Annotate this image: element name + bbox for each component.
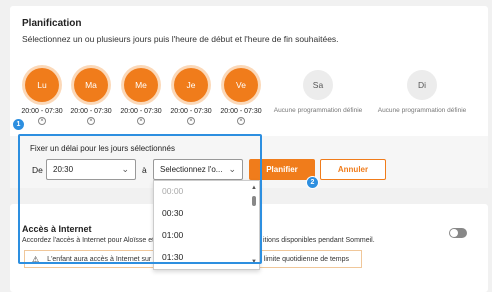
day-friday[interactable]: Ve 20:00 - 07:30 × bbox=[211, 68, 271, 125]
day-time: Aucune programmation définie bbox=[273, 107, 363, 114]
remove-icon[interactable]: × bbox=[137, 117, 145, 125]
remove-icon[interactable]: × bbox=[87, 117, 95, 125]
toggle-knob bbox=[450, 229, 458, 237]
day-circle[interactable]: Lu bbox=[25, 68, 59, 102]
step-badge-1: 1 bbox=[12, 118, 25, 131]
warning-text-right: e la limite quotidienne de temps bbox=[250, 255, 350, 263]
remove-icon[interactable]: × bbox=[187, 117, 195, 125]
day-circle[interactable]: Me bbox=[124, 68, 158, 102]
day-time: Aucune programmation définie bbox=[377, 107, 467, 114]
internet-desc-right: itions disponibles pendant Sommeil. bbox=[263, 237, 375, 244]
remove-icon[interactable]: × bbox=[38, 117, 46, 125]
internet-toggle[interactable] bbox=[449, 228, 467, 238]
step-badge-2: 2 bbox=[306, 176, 319, 189]
day-time: 20:00 - 07:30 bbox=[220, 108, 262, 115]
planning-subtitle: Sélectionnez un ou plusieurs jours puis … bbox=[22, 34, 339, 44]
day-sunday[interactable]: Di Aucune programmation définie bbox=[372, 68, 472, 114]
day-circle[interactable]: Je bbox=[174, 68, 208, 102]
planning-title: Planification bbox=[22, 18, 82, 29]
day-saturday[interactable]: Sa Aucune programmation définie bbox=[268, 68, 368, 114]
day-circle[interactable]: Sa bbox=[303, 70, 333, 100]
remove-icon[interactable]: × bbox=[237, 117, 245, 125]
tutorial-highlight bbox=[18, 134, 262, 264]
day-circle[interactable]: Ve bbox=[224, 68, 258, 102]
day-circle[interactable]: Ma bbox=[74, 68, 108, 102]
cancel-button[interactable]: Annuler bbox=[320, 159, 386, 180]
day-circle[interactable]: Di bbox=[407, 70, 437, 100]
